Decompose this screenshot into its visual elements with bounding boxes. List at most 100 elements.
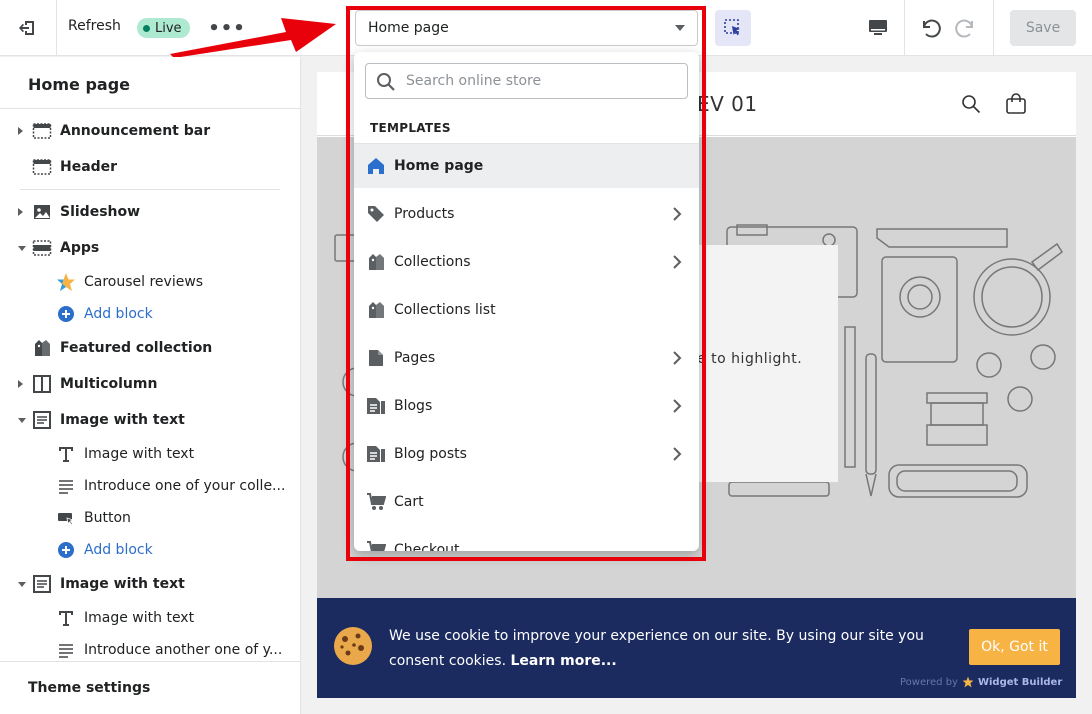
chevron-right-icon [673, 399, 682, 413]
collection-tag-icon [366, 252, 386, 272]
block-label: Introduce another one of y... [84, 642, 283, 658]
hero-text: ke to highlight. [689, 351, 803, 367]
widget-builder-brand[interactable]: Widget Builder [978, 677, 1062, 688]
block-label: Carousel reviews [84, 274, 204, 290]
add-circle-icon [56, 304, 76, 324]
text-t-icon [56, 444, 76, 464]
page-icon [366, 348, 386, 368]
chevron-right-icon[interactable] [18, 127, 23, 135]
chevron-down-icon[interactable] [18, 245, 26, 251]
chevron-right-icon[interactable] [18, 208, 23, 216]
bag-icon[interactable] [1005, 93, 1027, 115]
template-pages[interactable]: Pages [354, 336, 699, 380]
section-label: Slideshow [60, 204, 141, 220]
cookie-accept-button[interactable]: Ok, Got it [969, 629, 1060, 665]
section-slideshow[interactable]: Slideshow [0, 196, 300, 228]
redo-button[interactable] [950, 12, 982, 44]
section-label: Announcement bar [60, 123, 211, 139]
tag-icon [366, 204, 386, 224]
template-cart[interactable]: Cart [354, 480, 699, 524]
chevron-right-icon [673, 351, 682, 365]
template-label: Cart [394, 494, 424, 510]
add-block-button[interactable]: Add block [0, 534, 300, 566]
section-label: Featured collection [60, 340, 213, 356]
image-text-icon [32, 574, 52, 594]
desktop-view-button[interactable] [860, 12, 896, 44]
cookie-icon [334, 627, 372, 665]
home-icon [366, 156, 386, 176]
theme-settings-link[interactable]: Theme settings [28, 680, 150, 696]
section-label: Image with text [60, 412, 185, 428]
image-icon [32, 202, 52, 222]
collection-tag-icon [366, 300, 386, 320]
template-label: Checkout [394, 542, 460, 551]
block-button[interactable]: Button [0, 502, 300, 534]
section-featured-collection[interactable]: Featured collection [0, 332, 300, 364]
inspector-toggle-button[interactable] [715, 10, 751, 46]
template-label: Collections list [394, 302, 496, 318]
undo-button[interactable] [914, 12, 946, 44]
template-blogs[interactable]: Blogs [354, 384, 699, 428]
section-header[interactable]: Header [0, 151, 300, 183]
page-template-select[interactable]: Home page [355, 10, 698, 46]
section-label: Apps [60, 240, 100, 256]
add-block-button[interactable]: Add block [0, 298, 300, 330]
topbar-divider [904, 0, 905, 56]
learn-more-link[interactable]: Learn more... [511, 653, 617, 669]
refresh-button[interactable]: Refresh [68, 18, 121, 34]
block-carousel-reviews[interactable]: Carousel reviews [0, 266, 300, 298]
section-image-with-text[interactable]: Image with text [0, 404, 300, 436]
add-block-label: Add block [84, 306, 153, 322]
template-label: Home page [394, 158, 484, 174]
template-label: Collections [394, 254, 471, 270]
section-icon [32, 121, 52, 141]
template-products[interactable]: Products [354, 192, 699, 236]
template-picker-dropdown: Search online store TEMPLATES Home page … [354, 52, 699, 551]
template-label: Pages [394, 350, 436, 366]
section-apps[interactable]: Apps [0, 232, 300, 264]
chevron-right-icon [673, 207, 682, 221]
template-home-page[interactable]: Home page [354, 144, 699, 188]
section-multicolumn[interactable]: Multicolumn [0, 368, 300, 400]
blog-icon [366, 396, 386, 416]
save-button[interactable]: Save [1010, 10, 1076, 46]
search-icon [377, 73, 395, 91]
paragraph-icon [56, 640, 76, 660]
app-star-icon [56, 272, 76, 292]
theme-settings-footer[interactable]: Theme settings [0, 661, 300, 714]
section-announcement-bar[interactable]: Announcement bar [0, 115, 300, 147]
search-icon[interactable] [961, 94, 981, 114]
template-blog-posts[interactable]: Blog posts [354, 432, 699, 476]
chevron-down-icon[interactable] [18, 417, 26, 423]
section-image-with-text-2[interactable]: Image with text [0, 568, 300, 600]
columns-icon [32, 374, 52, 394]
chevron-right-icon [673, 255, 682, 269]
redo-icon [955, 19, 973, 38]
paragraph-icon [56, 476, 76, 496]
block-text[interactable]: Introduce one of your colle... [0, 470, 300, 502]
exit-icon [19, 21, 34, 35]
live-dot-icon [143, 24, 150, 32]
image-text-icon [32, 410, 52, 430]
button-icon [56, 508, 76, 528]
section-icon [32, 157, 52, 177]
search-online-store-input[interactable]: Search online store [365, 63, 688, 99]
templates-heading: TEMPLATES [370, 121, 451, 135]
desktop-icon [869, 20, 887, 35]
add-circle-icon [56, 540, 76, 560]
block-label: Image with text [84, 446, 195, 462]
template-collections-list[interactable]: Collections list [354, 288, 699, 332]
cookie-message: We use cookie to improve your experience… [389, 624, 949, 674]
chevron-down-icon[interactable] [18, 581, 26, 587]
caret-down-icon [675, 25, 685, 31]
blog-icon [366, 444, 386, 464]
block-label: Button [84, 510, 131, 526]
sections-sidebar: Home page Announcement bar Header Slides… [0, 57, 301, 714]
block-heading[interactable]: Image with text [0, 438, 300, 470]
chevron-right-icon[interactable] [18, 380, 23, 388]
template-collections[interactable]: Collections [354, 240, 699, 284]
exit-editor-button[interactable] [0, 0, 57, 56]
template-checkout[interactable]: Checkout [354, 528, 699, 551]
block-heading[interactable]: Image with text [0, 602, 300, 634]
template-label: Products [394, 206, 455, 222]
